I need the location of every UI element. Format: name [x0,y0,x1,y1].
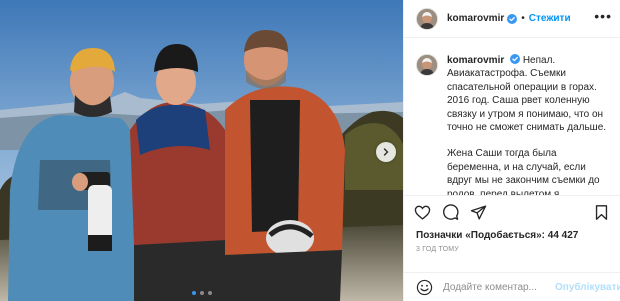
carousel-dot [207,291,212,295]
caption-area: komarovmir Непал. Авиакатастрофа. Съемки… [404,38,620,195]
likes-count[interactable]: Позначки «Подобається»: 44 427 [404,229,620,243]
caption-text: komarovmir Непал. Авиакатастрофа. Съемки… [447,54,612,195]
follow-button[interactable]: Стежити [529,13,571,24]
avatar-image [417,8,437,29]
caption-paragraph-2: Жена Саши тогда была беременна, и на слу… [447,148,600,195]
verified-badge-icon [507,13,518,24]
emoji-icon[interactable] [416,279,433,296]
photo-image [0,0,403,301]
more-options-icon[interactable]: ••• [594,9,612,26]
caption-username[interactable]: komarovmir [447,55,504,66]
comment-bar: Опублікувати [404,272,620,301]
comment-input[interactable] [443,281,555,293]
carousel-indicators [0,291,403,295]
post-photo[interactable] [0,0,403,301]
caption-paragraph-1: Непал. Авиакатастрофа. Съемки спасательн… [447,55,607,134]
carousel-dot [199,291,204,295]
publish-button[interactable]: Опублікувати [555,282,620,293]
post-timestamp[interactable]: 3 ГОД ТОМУ [404,243,620,267]
carousel-next-button[interactable] [376,142,396,162]
avatar[interactable] [416,7,438,30]
verified-badge-icon [510,54,521,64]
comment-icon[interactable] [442,204,459,221]
carousel-dot-active [191,291,196,295]
instagram-post: komarovmir • Стежити ••• komarovmir Непа… [0,0,620,301]
chevron-right-icon [383,148,389,156]
action-bar [404,195,620,229]
post-side-panel: komarovmir • Стежити ••• komarovmir Непа… [403,0,620,301]
heart-icon[interactable] [414,204,431,221]
caption-avatar[interactable] [416,54,438,76]
post-header: komarovmir • Стежити ••• [404,0,620,38]
share-icon[interactable] [470,204,487,221]
header-username[interactable]: komarovmir [447,13,504,24]
bookmark-icon[interactable] [593,204,610,221]
avatar-image [417,55,437,75]
header-separator: • [521,13,525,24]
